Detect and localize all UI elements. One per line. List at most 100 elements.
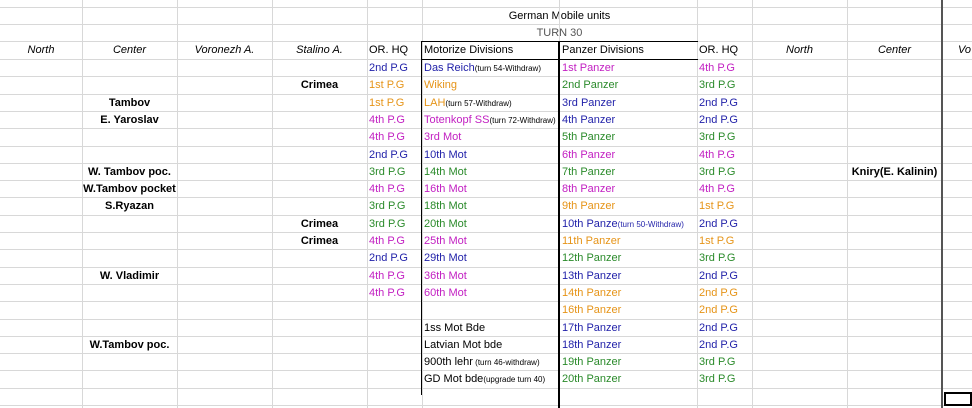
motorized-hq-cell: 4th P.G bbox=[369, 131, 405, 143]
center-cell bbox=[82, 285, 177, 302]
motorized-division-cell: 1ss Mot Bde bbox=[424, 320, 558, 337]
division-name: 5th Panzer bbox=[562, 131, 616, 143]
header-stalino: Stalino A. bbox=[296, 44, 343, 56]
header-center: Center bbox=[112, 44, 147, 56]
motorized-hq-cell bbox=[369, 354, 420, 371]
motorized-division-cell: 900th lehr (turn 46-withdraw) bbox=[424, 354, 558, 371]
gridline-vertical bbox=[177, 0, 178, 408]
panzer-hq-cell: 2nd P.G bbox=[699, 304, 738, 316]
center-cell: W. Vladimir bbox=[99, 270, 160, 282]
center-right-cell bbox=[847, 250, 942, 267]
panzer-hq-cell: 2nd P.G bbox=[699, 218, 738, 230]
panzer-division-cell: 2nd Panzer bbox=[562, 77, 696, 94]
stalino-cell bbox=[272, 198, 367, 215]
panzer-hq-cell: 4th P.G bbox=[699, 149, 735, 161]
division-name: 3rd Mot bbox=[424, 131, 462, 143]
division-name: 25th Mot bbox=[424, 235, 467, 247]
center-right-cell bbox=[847, 198, 942, 215]
division-name: 9th Panzer bbox=[562, 200, 616, 212]
division-note: (turn 50-Withdraw) bbox=[617, 220, 684, 229]
center-right-cell bbox=[847, 95, 942, 112]
center-cell: Tambov bbox=[108, 97, 151, 109]
motorized-division-cell: 20th Mot bbox=[424, 216, 558, 233]
division-name: 20th Mot bbox=[424, 218, 467, 230]
center-right-cell bbox=[847, 181, 942, 198]
stalino-cell bbox=[272, 60, 367, 77]
division-note: (turn 72-Withdraw) bbox=[489, 116, 556, 125]
division-name: 6th Panzer bbox=[562, 149, 616, 161]
center-right-cell bbox=[847, 112, 942, 129]
panzer-division-cell: 5th Panzer bbox=[562, 129, 696, 146]
panzer-division-cell: 10th Panze(turn 50-Withdraw) bbox=[562, 216, 696, 233]
motorized-hq-cell: 4th P.G bbox=[369, 270, 405, 282]
center-cell bbox=[82, 129, 177, 146]
panzer-hq-cell: 3rd P.G bbox=[699, 373, 736, 385]
motorized-hq-cell: 4th P.G bbox=[369, 114, 405, 126]
panzer-division-cell: 20th Panzer bbox=[562, 371, 696, 388]
motorized-division-cell: 14th Mot bbox=[424, 164, 558, 181]
division-name: 60th Mot bbox=[424, 287, 467, 299]
division-name: 1ss Mot Bde bbox=[424, 322, 486, 334]
motorized-division-cell: 25th Mot bbox=[424, 233, 558, 250]
division-name: GD Mot bde bbox=[424, 373, 484, 385]
gridline-vertical bbox=[367, 0, 368, 408]
division-name: Das Reich bbox=[424, 62, 475, 74]
center-cell bbox=[82, 77, 177, 94]
gridline-vertical bbox=[697, 0, 698, 408]
division-note: (turn 46-withdraw) bbox=[472, 358, 540, 367]
motorized-hq-cell bbox=[369, 371, 420, 388]
motorized-hq-cell bbox=[369, 337, 420, 354]
division-name: 16th Mot bbox=[424, 183, 467, 195]
motorized-division-cell: 18th Mot bbox=[424, 198, 558, 215]
stalino-cell bbox=[272, 181, 367, 198]
center-right-cell bbox=[847, 371, 942, 388]
motorized-division-cell: GD Mot bde(upgrade turn 40) bbox=[424, 371, 558, 388]
motorized-hq-cell: 2nd P.G bbox=[369, 149, 408, 161]
header-or-hq-2: OR. HQ bbox=[699, 44, 739, 56]
panzer-division-cell: 19th Panzer bbox=[562, 354, 696, 371]
stalino-cell bbox=[272, 112, 367, 129]
center-cell bbox=[82, 250, 177, 267]
division-note: (upgrade turn 40) bbox=[483, 375, 546, 384]
panzer-division-cell: 16th Panzer bbox=[562, 302, 696, 319]
panzer-division-cell: 7th Panzer bbox=[562, 164, 696, 181]
division-name: 8th Panzer bbox=[562, 183, 616, 195]
center-cell: W.Tambov pocket bbox=[83, 183, 176, 195]
gridline-horizontal bbox=[0, 24, 972, 25]
division-name: 1st Panzer bbox=[562, 62, 615, 74]
header-or-hq: OR. HQ bbox=[369, 44, 409, 56]
panzer-hq-cell: 2nd P.G bbox=[699, 287, 738, 299]
division-name: 17th Panzer bbox=[562, 322, 622, 334]
division-name: 7th Panzer bbox=[562, 166, 616, 178]
motorized-hq-cell: 2nd P.G bbox=[369, 252, 408, 264]
stalino-cell bbox=[272, 147, 367, 164]
division-name: 36th Mot bbox=[424, 270, 467, 282]
center-cell bbox=[82, 147, 177, 164]
center-right-cell bbox=[847, 268, 942, 285]
center-cell bbox=[82, 320, 177, 337]
division-name: 4th Panzer bbox=[562, 114, 616, 126]
division-name: 11th Panzer bbox=[562, 235, 621, 247]
division-name: 12th Panzer bbox=[562, 252, 622, 264]
stalino-cell bbox=[272, 129, 367, 146]
motorized-division-cell: Das Reich(turn 54-Withdraw) bbox=[424, 60, 558, 77]
division-name: 20th Panzer bbox=[562, 373, 622, 385]
panzer-hq-cell: 2nd P.G bbox=[699, 97, 738, 109]
stalino-cell bbox=[272, 250, 367, 267]
division-name: 19th Panzer bbox=[562, 356, 622, 368]
table-border-divider bbox=[558, 41, 560, 408]
center-right-cell bbox=[847, 320, 942, 337]
division-name: 18th Panzer bbox=[562, 339, 622, 351]
panzer-division-cell: 6th Panzer bbox=[562, 147, 696, 164]
division-name: Totenkopf SS bbox=[424, 114, 490, 126]
gridline-vertical bbox=[422, 0, 423, 408]
motorized-division-cell: 36th Mot bbox=[424, 268, 558, 285]
center-cell bbox=[82, 60, 177, 77]
panzer-division-cell: 4th Panzer bbox=[562, 112, 696, 129]
panzer-division-cell: 18th Panzer bbox=[562, 337, 696, 354]
stalino-cell bbox=[272, 164, 367, 181]
table-border-left bbox=[421, 41, 422, 395]
center-cell bbox=[82, 216, 177, 233]
division-name: 2nd Panzer bbox=[562, 79, 619, 91]
header-voronezh: Voronezh A. bbox=[194, 44, 255, 56]
